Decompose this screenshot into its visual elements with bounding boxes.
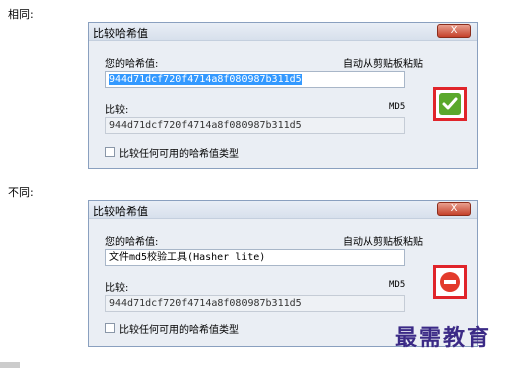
compare-field-value: 944d71dcf720f4714a8f080987b311d5 (109, 298, 302, 309)
match-status-box (433, 87, 467, 121)
compare-label: 比较: (105, 105, 129, 116)
hash-input-value: 文件md5校验工具(Hasher lite) (109, 252, 266, 263)
title-bar[interactable]: 比较哈希值 X (89, 201, 477, 219)
compare-label: 比较: (105, 283, 129, 294)
hash-label: 您的哈希值: (105, 59, 159, 70)
algorithm-label: MD5 (389, 102, 406, 112)
paste-from-clipboard-link[interactable]: 自动从剪贴板粘贴 (343, 55, 423, 70)
bottom-bar (0, 362, 20, 368)
compare-field[interactable]: 944d71dcf720f4714a8f080987b311d5 (105, 295, 405, 312)
label-different: 不同: (8, 186, 34, 199)
any-hash-type-checkbox[interactable] (105, 147, 115, 157)
paste-from-clipboard-link[interactable]: 自动从剪贴板粘贴 (343, 233, 423, 248)
check-icon (439, 93, 461, 115)
window-title: 比较哈希值 (93, 27, 148, 40)
any-hash-type-label: 比较任何可用的哈希值类型 (119, 149, 239, 160)
title-bar[interactable]: 比较哈希值 X (89, 23, 477, 41)
compare-field-value: 944d71dcf720f4714a8f080987b311d5 (109, 120, 302, 131)
mismatch-status-box (433, 265, 467, 299)
label-same: 相同: (8, 8, 34, 21)
any-hash-type-checkbox[interactable] (105, 323, 115, 333)
compare-field[interactable]: 944d71dcf720f4714a8f080987b311d5 (105, 117, 405, 134)
any-hash-type-label: 比较任何可用的哈希值类型 (119, 325, 239, 336)
close-button[interactable]: X (437, 202, 471, 216)
hash-input[interactable]: 944d71dcf720f4714a8f080987b311d5 (105, 71, 405, 88)
no-entry-icon (440, 272, 460, 292)
close-button[interactable]: X (437, 24, 471, 38)
hash-label: 您的哈希值: (105, 237, 159, 248)
watermark-text: 最需教育 (395, 325, 492, 351)
compare-hash-window-same: 比较哈希值 X 您的哈希值: 自动从剪贴板粘贴 944d71dcf720f471… (88, 22, 478, 169)
window-title: 比较哈希值 (93, 205, 148, 218)
hash-input-value: 944d71dcf720f4714a8f080987b311d5 (109, 74, 302, 85)
hash-input[interactable]: 文件md5校验工具(Hasher lite) (105, 249, 405, 266)
algorithm-label: MD5 (389, 280, 406, 290)
